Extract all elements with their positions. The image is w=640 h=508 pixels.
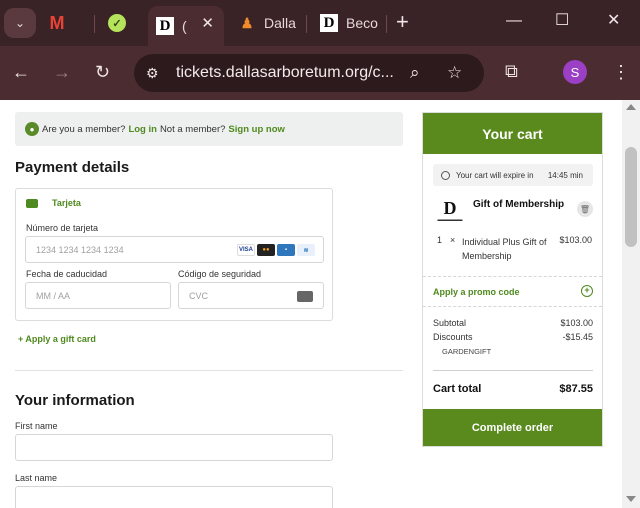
payment-details-title: Payment details: [15, 159, 130, 176]
scroll-thumb[interactable]: [625, 147, 637, 247]
tab-dallas[interactable]: ♟ Dalla: [238, 6, 298, 40]
cart-item-name: Gift of Membership: [473, 199, 565, 210]
card-number-label: Número de tarjeta: [26, 223, 99, 233]
tab-active-checkout[interactable]: D ( ✕: [148, 6, 224, 46]
browser-tab-bar: ⌄ M ✓ D ( ✕ ♟ Dalla D Beco + — ☐ ✕: [0, 0, 640, 46]
new-tab-icon[interactable]: +: [396, 10, 409, 34]
user-icon: ●: [25, 122, 39, 136]
your-information-title: Your information: [15, 392, 135, 409]
expiry-label: Fecha de caducidad: [26, 269, 108, 279]
close-window-icon[interactable]: ✕: [607, 11, 620, 31]
dallas-arboretum-icon: D: [320, 14, 338, 32]
trash-icon[interactable]: 🗑: [577, 201, 593, 217]
signup-link[interactable]: Sign up now: [228, 124, 284, 135]
forward-icon[interactable]: →: [53, 62, 71, 82]
tab-green[interactable]: ✓: [108, 6, 144, 40]
dallas-arboretum-logo: D ▬▬▬▬▬: [437, 198, 463, 223]
member-banner: ● Are you a member? Log in Not a member?…: [15, 112, 403, 146]
search-icon[interactable]: ⌕: [410, 63, 420, 83]
scroll-up-icon[interactable]: [626, 104, 636, 110]
reload-icon[interactable]: ↻: [95, 62, 110, 82]
card-method-tab[interactable]: Tarjeta: [26, 198, 81, 208]
cvc-input[interactable]: CVC: [178, 282, 324, 309]
close-tab-icon[interactable]: ✕: [201, 14, 214, 32]
section-divider: [15, 370, 403, 371]
expiry-input[interactable]: MM / AA: [25, 282, 171, 309]
card-brand-icon: ≋: [297, 244, 315, 256]
line-description: Individual Plus Gift of Membership: [462, 237, 547, 261]
url-text: tickets.dallasarboretum.org/c...: [176, 64, 394, 81]
cart-title: Your cart: [423, 113, 602, 154]
cvc-card-icon: [297, 291, 313, 302]
tab-gmail[interactable]: M: [48, 6, 88, 40]
first-name-label: First name: [15, 421, 58, 431]
cart-total-row: Cart total $87.55: [433, 383, 593, 395]
tab-search-button[interactable]: ⌄: [4, 8, 36, 38]
dallas-arboretum-icon: D: [156, 17, 174, 35]
address-bar[interactable]: ⚙ tickets.dallasarboretum.org/c... ⌕ ☆: [134, 54, 484, 92]
mastercard-icon: ●●: [257, 244, 275, 256]
apply-promo-link[interactable]: Apply a promo code: [433, 287, 520, 297]
gmail-icon: M: [49, 12, 65, 33]
green-circle-icon: ✓: [108, 14, 126, 32]
card-payment-form: Tarjeta Número de tarjeta 1234 1234 1234…: [15, 188, 333, 321]
apply-gift-card-link[interactable]: + Apply a gift card: [18, 334, 96, 344]
last-name-label: Last name: [15, 473, 58, 483]
maximize-icon[interactable]: ☐: [555, 11, 569, 31]
amex-icon: ▪: [277, 244, 295, 256]
last-name-input[interactable]: [15, 486, 333, 508]
site-settings-icon[interactable]: ⚙: [146, 65, 162, 81]
card-brands: VISA ●● ▪ ≋: [237, 244, 315, 256]
promo-code-text: GARDENGIFT: [442, 347, 492, 356]
visa-icon: VISA: [237, 244, 255, 256]
subtotal-row: Subtotal $103.00: [433, 318, 593, 328]
orange-figure-icon: ♟: [240, 14, 254, 31]
chevron-down-icon: ⌄: [14, 16, 26, 30]
scroll-down-icon[interactable]: [626, 496, 636, 502]
complete-order-button[interactable]: Complete order: [423, 409, 602, 446]
tab-become[interactable]: D Beco: [320, 6, 380, 40]
line-quantity: 1: [437, 235, 443, 245]
menu-icon[interactable]: ⋮: [612, 62, 630, 82]
discounts-row: Discounts -$15.45: [433, 332, 593, 342]
first-name-input[interactable]: [15, 434, 333, 461]
star-icon[interactable]: ☆: [447, 63, 462, 83]
profile-avatar[interactable]: S: [563, 60, 587, 84]
back-icon[interactable]: ←: [12, 62, 30, 82]
cvc-label: Código de seguridad: [178, 269, 262, 279]
clock-icon: [441, 170, 450, 180]
cart-panel: Your cart Your cart will expire in 14:45…: [422, 112, 603, 447]
cart-timer: Your cart will expire in 14:45 min: [433, 164, 593, 186]
browser-toolbar: ← → ↻ ⚙ tickets.dallasarboretum.org/c...…: [0, 46, 640, 100]
plus-circle-icon[interactable]: +: [581, 285, 593, 297]
extensions-icon[interactable]: ⧉: [505, 61, 518, 81]
credit-card-icon: [26, 198, 38, 208]
checkout-page: ● Are you a member? Log in Not a member?…: [0, 100, 622, 508]
line-price: $103.00: [559, 235, 592, 245]
login-link[interactable]: Log in: [128, 124, 157, 135]
card-number-input[interactable]: 1234 1234 1234 1234 VISA ●● ▪ ≋: [25, 236, 324, 263]
minimize-icon[interactable]: —: [506, 11, 522, 31]
